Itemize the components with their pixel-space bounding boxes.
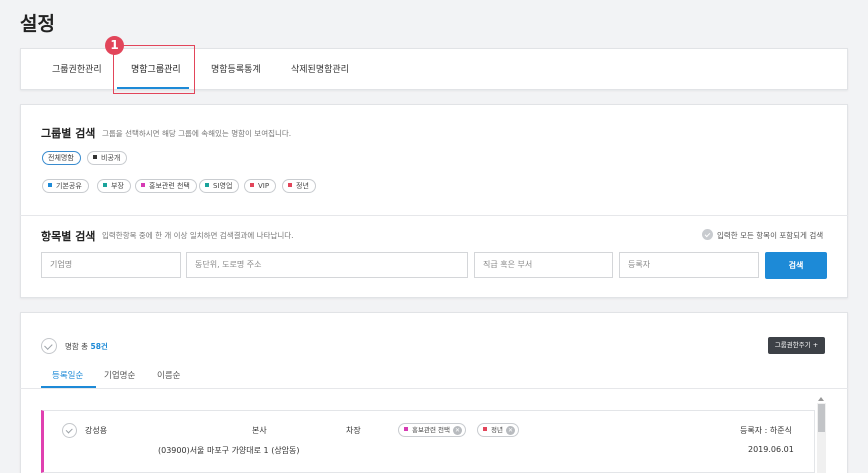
sort-tab-registration-date[interactable]: 등록일순 xyxy=(52,369,83,381)
card-position: 차장 xyxy=(346,426,361,435)
sort-tab-divider xyxy=(20,388,848,389)
item-search-description: 입력한항목 중에 한 개 이상 일치하면 검색결과에 나타납니다. xyxy=(102,231,294,240)
card-department: 본사 xyxy=(252,426,267,435)
card-group-tag: 홍보관련 천택 ✕ xyxy=(398,423,466,437)
card-person-name: 강성용 xyxy=(85,426,108,435)
remove-tag-icon[interactable]: ✕ xyxy=(505,426,515,435)
annotation-marker: 1 xyxy=(105,36,124,55)
assign-group-permission-button[interactable]: 그룹권한주기 + xyxy=(768,337,825,354)
active-sort-indicator xyxy=(41,386,96,388)
group-search-title: 그룹별 검색 xyxy=(41,127,96,140)
annotation-highlight-box xyxy=(113,45,195,94)
card-registrant: 등록자 : 하준식 xyxy=(740,426,792,435)
section-divider xyxy=(20,215,848,216)
group-color-dot xyxy=(404,427,408,431)
group-color-dot xyxy=(93,155,97,159)
select-all-check-icon[interactable] xyxy=(41,338,57,354)
list-scrollbar-thumb[interactable] xyxy=(818,404,825,432)
position-department-input[interactable]: 직급 혹은 부서 xyxy=(474,252,613,278)
group-color-dot xyxy=(250,183,254,187)
group-chip-si-sales[interactable]: SI영업 xyxy=(199,179,240,193)
row-check-icon[interactable] xyxy=(62,423,77,438)
group-color-dot xyxy=(141,183,145,187)
group-color-dot xyxy=(288,183,292,187)
card-group-tag: 정년 ✕ xyxy=(477,423,519,437)
group-chip-vip[interactable]: VIP xyxy=(244,179,277,193)
group-chip-retirement[interactable]: 정년 xyxy=(282,179,316,193)
group-chip-manager[interactable]: 부장 xyxy=(97,179,131,193)
tab-card-statistics[interactable]: 명함등록통계 xyxy=(211,49,261,91)
card-address: (03900)서울 마포구 가양대로 1 (상암동) xyxy=(158,446,300,455)
registrant-input[interactable]: 등록자 xyxy=(619,252,759,278)
company-name-input[interactable]: 기업명 xyxy=(41,252,181,278)
group-color-dot xyxy=(205,183,209,187)
group-chip-private[interactable]: 비공개 xyxy=(87,151,128,165)
tab-deleted-cards[interactable]: 삭제된명함관리 xyxy=(291,49,349,91)
group-color-dot xyxy=(48,183,52,187)
card-list-item[interactable] xyxy=(41,410,815,473)
group-chip-default-share[interactable]: 기본공유 xyxy=(42,179,89,193)
item-search-title: 항목별 검색 xyxy=(41,230,96,243)
group-search-description: 그룹을 선택하시면 해당 그룹에 속해있는 명함이 보여집니다. xyxy=(102,129,292,138)
group-chip-all[interactable]: 전체명함 xyxy=(42,151,81,165)
scroll-up-icon[interactable] xyxy=(818,397,824,401)
group-chip-pr[interactable]: 홍보관련 천택 xyxy=(135,179,197,193)
page-title: 설정 xyxy=(20,13,55,35)
group-color-dot xyxy=(483,427,487,431)
search-button[interactable]: 검색 xyxy=(765,252,827,279)
address-input[interactable]: 동단위, 도로명 주소 xyxy=(186,252,468,278)
group-color-dot xyxy=(103,183,107,187)
remove-tag-icon[interactable]: ✕ xyxy=(452,426,462,435)
card-date: 2019.06.01 xyxy=(748,445,794,454)
tab-group-permissions[interactable]: 그룹권한관리 xyxy=(52,49,102,91)
sort-tab-company-name[interactable]: 기업명순 xyxy=(104,369,135,381)
total-count: 명함 총 58건 xyxy=(65,342,108,351)
include-all-label[interactable]: 입력한 모든 항목이 포함되게 검색 xyxy=(717,230,823,241)
sort-tab-name[interactable]: 이름순 xyxy=(157,369,180,381)
include-all-check-icon[interactable] xyxy=(702,229,713,240)
